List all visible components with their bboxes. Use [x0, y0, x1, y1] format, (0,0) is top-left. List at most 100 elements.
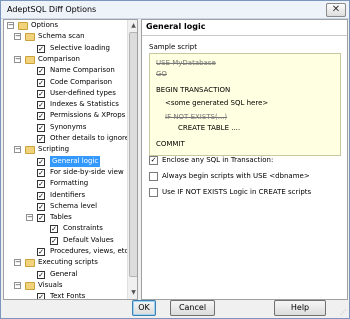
- sample-script-label: Sample script: [149, 43, 197, 51]
- script-line: USE MyDatabase: [156, 59, 216, 67]
- options-tree[interactable]: − Options − Schema scan ✓ Selective loading − C…: [3, 19, 138, 300]
- collapse-toggle-icon[interactable]: −: [7, 22, 14, 29]
- tree-item[interactable]: ✓ Procedures, views, etc: [4, 246, 129, 257]
- tree-item[interactable]: ✓ Constraints: [4, 223, 126, 234]
- tree-item[interactable]: ✓ Identifiers: [4, 190, 126, 201]
- script-line: CREATE TABLE ....: [178, 124, 241, 132]
- close-button[interactable]: ✕: [326, 3, 346, 17]
- page-check-icon: ✓: [37, 67, 45, 76]
- page-check-icon: ✓: [50, 225, 58, 234]
- tree-item-label: User-defined types: [50, 88, 116, 97]
- tree-item-label: Scripting: [38, 145, 70, 154]
- page-check-icon: ✓: [37, 112, 45, 121]
- page-check-icon: ✓: [37, 191, 45, 200]
- folder-icon: [25, 33, 35, 42]
- folder-icon: [25, 281, 35, 290]
- tree-item[interactable]: ✓ Default Values: [4, 235, 126, 246]
- tree-item-label: Executing scripts: [38, 258, 98, 267]
- page-check-icon: ✓: [50, 236, 58, 245]
- tree-item[interactable]: − Visuals: [4, 280, 126, 291]
- checkbox-box[interactable]: ✓: [149, 156, 158, 165]
- script-line: COMMIT: [156, 140, 185, 148]
- tree-item[interactable]: ✓ Permissions & XProps: [4, 110, 126, 121]
- collapse-toggle-icon[interactable]: −: [14, 281, 21, 289]
- tree-item-label: Text Fonts: [50, 292, 86, 300]
- collapse-toggle-icon[interactable]: −: [14, 33, 21, 41]
- script-line: <some generated SQL here>: [165, 99, 269, 107]
- script-line: GO: [156, 70, 167, 78]
- tree-item-label: Selective loading: [50, 43, 110, 52]
- tree-item[interactable]: ✓ User-defined types: [4, 88, 126, 99]
- tree-item[interactable]: − Scripting: [4, 144, 126, 155]
- tree-item[interactable]: ✓ Schema level: [4, 201, 126, 212]
- tree-item[interactable]: ✓ Indexes & Statistics: [4, 99, 126, 110]
- tree-item-label: Name Comparison: [50, 66, 115, 75]
- scroll-down-icon[interactable]: ▼: [129, 288, 137, 297]
- tree-item-label: Permissions & XProps: [50, 111, 126, 120]
- script-line: IF NOT EXISTS(...): [165, 113, 228, 121]
- collapse-toggle-icon[interactable]: −: [14, 259, 21, 267]
- folder-icon: [25, 146, 35, 155]
- page-check-icon: ✓: [37, 44, 45, 53]
- page-check-icon: ✓: [37, 270, 45, 279]
- tree-item[interactable]: ✓ General: [4, 269, 126, 280]
- tree-item-label: Indexes & Statistics: [50, 100, 119, 109]
- tree-item-label: Identifiers: [50, 190, 86, 199]
- tree-item-label: Comparison: [38, 54, 80, 63]
- title-bar: AdeptSQL Diff Options ✕: [1, 1, 349, 19]
- close-icon: ✕: [331, 4, 341, 15]
- tree-item[interactable]: ✓ Selective loading: [4, 43, 126, 54]
- panel-title: General logic: [146, 22, 206, 31]
- tree-item[interactable]: − Schema scan: [4, 31, 126, 42]
- page-check-icon: ✓: [37, 180, 45, 189]
- tree-item[interactable]: − Executing scripts: [4, 257, 126, 268]
- collapse-toggle-icon[interactable]: −: [14, 55, 21, 63]
- tree-item-label: General: [50, 269, 78, 278]
- checkbox-box[interactable]: [149, 172, 158, 181]
- page-check-icon: ✓: [37, 78, 45, 87]
- tree-item-label: Procedures, views, etc: [50, 247, 129, 255]
- tree-item-label: Options: [31, 21, 59, 29]
- tree-item[interactable]: ✓ Formatting: [4, 178, 126, 189]
- help-button[interactable]: Help: [274, 300, 326, 316]
- window-title: AdeptSQL Diff Options: [7, 5, 97, 14]
- resize-grip-icon[interactable]: ⋰: [340, 309, 348, 317]
- tree-scrollbar[interactable]: ▲ ▼: [127, 20, 137, 299]
- page-check-icon: ✓: [37, 214, 45, 223]
- cancel-button[interactable]: Cancel: [170, 300, 215, 316]
- folder-icon: [25, 55, 35, 64]
- tree-item-label: Constraints: [63, 224, 103, 233]
- folder-icon: [25, 259, 35, 268]
- tree-item[interactable]: ✓ Name Comparison: [4, 65, 126, 76]
- page-check-icon: ✓: [37, 101, 45, 110]
- page-check-icon: ✓: [37, 157, 45, 166]
- tree-item[interactable]: ✓ Code Comparison: [4, 77, 126, 88]
- tree-item-label: Schema scan: [38, 32, 85, 41]
- tree-item-label: Code Comparison: [50, 77, 113, 86]
- tree-item[interactable]: − Comparison: [4, 54, 126, 65]
- folder-icon: [18, 22, 28, 30]
- panel-divider: [142, 35, 347, 36]
- scroll-thumb[interactable]: [129, 32, 137, 277]
- tree-item-label: Visuals: [38, 280, 63, 289]
- checkbox-box[interactable]: [149, 188, 158, 197]
- settings-panel: General logic Sample script USE MyDataba…: [141, 19, 348, 300]
- tree-item[interactable]: ✓ For side-by-side view: [4, 167, 126, 178]
- tree-item[interactable]: ✓ General logic: [4, 155, 126, 167]
- tree-item[interactable]: ✓ Text Fonts: [4, 291, 126, 300]
- collapse-toggle-icon[interactable]: −: [26, 214, 33, 222]
- page-check-icon: ✓: [37, 135, 45, 143]
- tree-item-label: Schema level: [50, 201, 98, 210]
- tree-item[interactable]: ✓ Other details to ignore: [4, 133, 129, 144]
- ok-button[interactable]: OK: [132, 300, 156, 316]
- options-dialog: AdeptSQL Diff Options ✕ − Options − Schema …: [0, 0, 350, 319]
- collapse-toggle-icon[interactable]: −: [14, 146, 21, 154]
- tree-item[interactable]: − ✓ Tables: [4, 212, 126, 223]
- page-check-icon: ✓: [37, 123, 45, 132]
- tree-item[interactable]: − Options: [4, 20, 126, 31]
- page-check-icon: ✓: [37, 248, 45, 256]
- scroll-up-icon[interactable]: ▲: [129, 21, 137, 30]
- page-check-icon: ✓: [37, 89, 45, 98]
- page-check-icon: ✓: [37, 168, 45, 177]
- tree-item[interactable]: ✓ Synonyms: [4, 122, 126, 133]
